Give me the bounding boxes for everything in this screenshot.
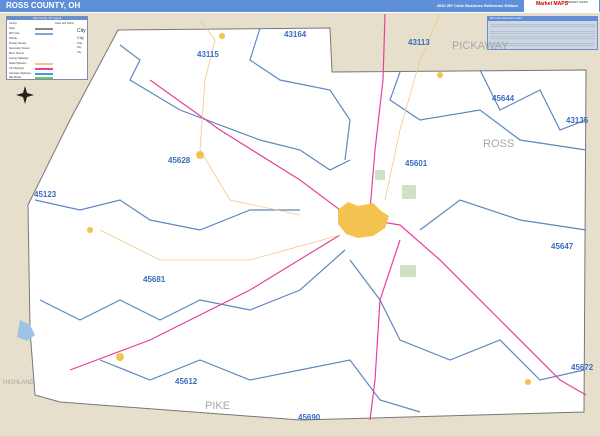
legend-item: Hillside xyxy=(9,37,18,40)
logo-text: Market MAPS xyxy=(536,1,568,7)
header-bar: ROSS COUNTY, OH 2020 ZIP Code Business R… xyxy=(0,0,600,12)
legend-swatch xyxy=(35,33,53,35)
zip-label: 45690 xyxy=(298,413,321,422)
map-canvas[interactable] xyxy=(0,13,600,436)
zip-label: 45681 xyxy=(143,275,166,284)
zip-label: 45672 xyxy=(571,363,594,372)
legend-item: Interstate Highways xyxy=(9,72,31,75)
legend-title: Ross County, OH Legend xyxy=(7,17,87,20)
legend-item: Minor Streets xyxy=(9,52,24,55)
legend-item: State Highways xyxy=(9,62,27,65)
county-label-highland: HIGHLAND xyxy=(3,380,35,386)
city-greenfield xyxy=(87,227,93,233)
city-waverly xyxy=(525,379,531,385)
logo-right: MARKET MAPS xyxy=(566,0,588,4)
zip-label: 43164 xyxy=(284,30,307,39)
county-label-ross: ROSS xyxy=(483,138,515,150)
zip-label: 45123 xyxy=(34,190,57,199)
legend-swatch xyxy=(35,77,53,79)
legend-swatch xyxy=(35,68,53,70)
legend-item: Secondary Streets xyxy=(9,47,30,50)
legend: Ross County, OH Legend County State ZIP … xyxy=(6,16,88,80)
city-kingston xyxy=(219,33,225,39)
legend-city: City xyxy=(77,28,86,34)
zip-label: 45628 xyxy=(168,156,191,165)
legend-city: City xyxy=(77,51,82,54)
legend-right-title: Cities and Towns xyxy=(55,22,74,25)
city-bainbridge xyxy=(116,353,124,361)
legend-item: State xyxy=(9,27,15,30)
legend-item: Primary Streets xyxy=(9,42,27,45)
county-area xyxy=(27,27,587,421)
legend-swatch xyxy=(35,63,53,65)
legend-swatch xyxy=(35,73,53,75)
legend-item: US Highways xyxy=(9,67,25,70)
edition-label: 2020 ZIP Code Business Reference Edition xyxy=(436,3,518,8)
zip-label: 45644 xyxy=(492,94,515,103)
legend-item: ZIP Code xyxy=(9,32,20,35)
map-title: ROSS COUNTY, OH xyxy=(6,1,81,10)
zip-label: 43135 xyxy=(566,116,589,125)
legend-swatch xyxy=(35,28,53,30)
legend-city: City xyxy=(77,35,84,40)
zip-label: 45647 xyxy=(551,242,574,251)
zip-label: 45612 xyxy=(175,377,198,386)
zip-label: 43113 xyxy=(408,38,430,47)
legend-city: City xyxy=(77,41,83,45)
legend-city: City xyxy=(77,46,82,49)
zip-label: 43115 xyxy=(197,50,219,59)
legend-item: County xyxy=(9,22,17,25)
zip-label: 45601 xyxy=(405,159,428,168)
county-label-pickaway: PICKAWAY xyxy=(452,40,509,52)
city-adelphi xyxy=(196,151,204,159)
logo: Market MAPS MARKET MAPS xyxy=(524,0,599,12)
legend-item: Rail Roads xyxy=(9,76,22,79)
county-label-pike: PIKE xyxy=(205,400,231,412)
zip-index-title: ZIP Code Index/Grid Locator xyxy=(488,17,597,21)
legend-item: County Highways xyxy=(9,57,29,60)
city-laurelville xyxy=(437,72,443,78)
